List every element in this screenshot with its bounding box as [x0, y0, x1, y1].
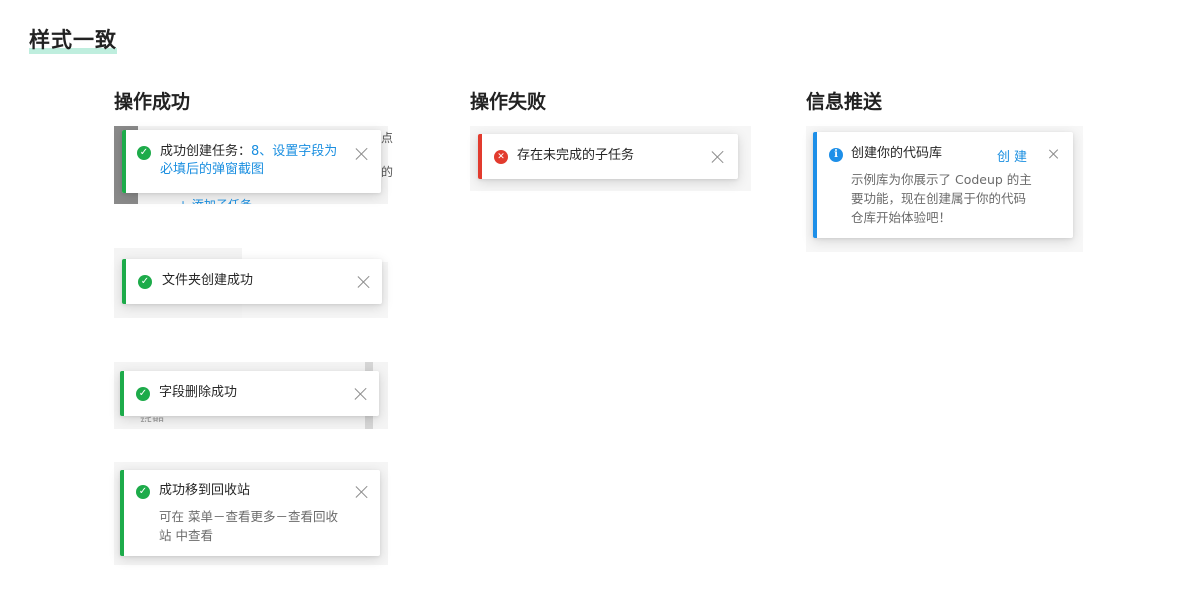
task-link[interactable]: 必填后的弹窗截图	[160, 162, 264, 177]
close-icon[interactable]	[355, 147, 369, 161]
close-icon[interactable]	[354, 387, 368, 401]
toast-create-task: ✓ 成功创建任务：8、设置字段为 必填后的弹窗截图	[122, 130, 381, 193]
close-icon[interactable]	[357, 275, 371, 289]
close-icon[interactable]	[711, 150, 725, 164]
toast-detail-line: 仓库开始体验吧！	[851, 210, 952, 225]
close-icon[interactable]	[1048, 149, 1058, 159]
toast-message: 字段删除成功	[159, 385, 238, 400]
page-title-text: 样式一致	[29, 28, 117, 52]
column-title-failure: 操作失败	[470, 91, 547, 113]
status-bar	[120, 371, 124, 416]
toast-message: 成功创建任务：8、设置字段为 必填后的弹窗截图	[160, 143, 345, 179]
check-circle-icon: ✓	[137, 146, 151, 160]
toast-detail-line: 可在 菜单－查看更多－查看回收	[159, 509, 338, 524]
x-circle-icon: ✕	[494, 150, 508, 164]
status-bar	[120, 470, 124, 556]
task-link[interactable]: 8、设置字段为	[251, 144, 337, 159]
toast-folder-created: ✓ 文件夹创建成功	[122, 259, 382, 304]
toast-message: 存在未完成的子任务	[517, 148, 635, 163]
info-circle-icon: i	[829, 148, 843, 162]
toast-incomplete-subtask: ✕ 存在未完成的子任务	[478, 134, 738, 179]
status-bar	[122, 130, 126, 193]
status-bar	[478, 134, 482, 179]
close-icon[interactable]	[355, 485, 369, 499]
column-title-info: 信息推送	[806, 91, 883, 113]
toast-message-prefix: 成功创建任务：	[160, 144, 252, 159]
toast-detail: 可在 菜单－查看更多－查看回收 站 中查看	[159, 507, 359, 545]
toast-field-deleted: ✓ 字段删除成功	[120, 371, 379, 416]
toast-create-repo: i 创建你的代码库 创建 示例库为你展示了 Codeup 的主 要功能，现在创建…	[813, 132, 1073, 238]
status-bar	[813, 132, 817, 238]
page-title: 样式一致	[29, 24, 117, 54]
create-repo-button[interactable]: 创建	[997, 146, 1031, 165]
backdrop-fragment: + 添加子任务	[178, 196, 252, 204]
toast-detail-line: 要功能，现在创建属于你的代码	[851, 191, 1027, 206]
backdrop-fragment: 点	[381, 131, 394, 145]
toast-detail-line: 站 中查看	[159, 528, 213, 543]
check-circle-icon: ✓	[136, 387, 150, 401]
check-circle-icon: ✓	[136, 485, 150, 499]
toast-message: 文件夹创建成功	[162, 273, 254, 288]
column-title-success: 操作成功	[114, 91, 191, 113]
backdrop-fragment: 的	[381, 165, 394, 179]
toast-moved-recycle: ✓ 成功移到回收站 可在 菜单－查看更多－查看回收 站 中查看	[120, 470, 380, 556]
toast-message: 创建你的代码库	[851, 146, 943, 161]
toast-detail: 示例库为你展示了 Codeup 的主 要功能，现在创建属于你的代码 仓库开始体验…	[851, 170, 1051, 227]
status-bar	[122, 259, 126, 304]
toast-message: 成功移到回收站	[159, 483, 251, 498]
check-circle-icon: ✓	[138, 275, 152, 289]
toast-detail-line: 示例库为你展示了 Codeup 的主	[851, 172, 1032, 187]
